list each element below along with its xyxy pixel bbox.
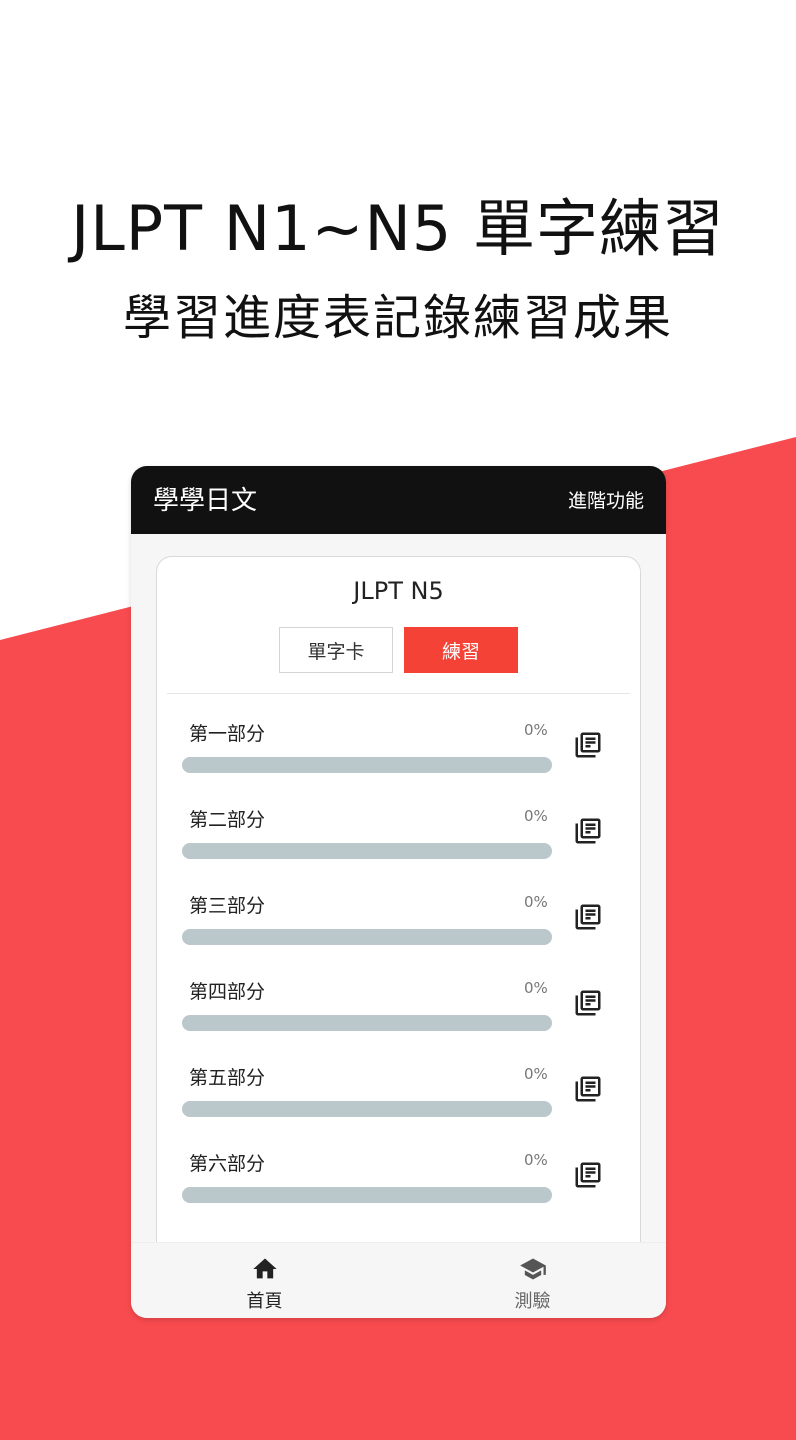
progress-bar xyxy=(182,1101,552,1117)
library-books-icon[interactable] xyxy=(573,816,603,846)
part-name: 第六部分 xyxy=(189,1153,266,1175)
part-progress-label: 0% xyxy=(524,721,548,739)
progress-bar xyxy=(182,1015,552,1031)
part-name: 第三部分 xyxy=(189,895,266,917)
nav-home[interactable]: 首頁 xyxy=(131,1243,398,1318)
app-bar: 學學日文 進階功能 xyxy=(131,466,666,534)
level-card: JLPT N5 單字卡 練習 第一部分 0% 第二部分 0% 第三部分 0% 第… xyxy=(156,556,641,1318)
part-item-3[interactable]: 第三部分 0% xyxy=(157,891,640,971)
school-icon xyxy=(520,1258,546,1280)
progress-bar xyxy=(182,757,552,773)
progress-bar xyxy=(182,1187,552,1203)
advanced-features-button[interactable]: 進階功能 xyxy=(568,486,644,513)
nav-home-label: 首頁 xyxy=(246,1291,283,1312)
library-books-icon[interactable] xyxy=(573,1160,603,1190)
tab-practice[interactable]: 練習 xyxy=(404,627,518,673)
app-title: 學學日文 xyxy=(153,486,258,516)
nav-quiz-label: 測驗 xyxy=(514,1291,551,1312)
part-progress-label: 0% xyxy=(524,1151,548,1169)
library-books-icon[interactable] xyxy=(573,988,603,1018)
part-name: 第四部分 xyxy=(189,981,266,1003)
divider xyxy=(167,693,630,694)
library-books-icon[interactable] xyxy=(573,902,603,932)
part-progress-label: 0% xyxy=(524,1065,548,1083)
part-item-2[interactable]: 第二部分 0% xyxy=(157,805,640,885)
part-item-4[interactable]: 第四部分 0% xyxy=(157,977,640,1057)
part-name: 第一部分 xyxy=(189,723,266,745)
part-name: 第二部分 xyxy=(189,809,266,831)
part-name: 第五部分 xyxy=(189,1067,266,1089)
progress-bar xyxy=(182,929,552,945)
library-books-icon[interactable] xyxy=(573,1074,603,1104)
part-item-6[interactable]: 第六部分 0% xyxy=(157,1149,640,1229)
level-title: JLPT N5 xyxy=(353,577,444,605)
part-progress-label: 0% xyxy=(524,979,548,997)
promo-subheadline: 學習進度表記錄練習成果 xyxy=(122,290,673,346)
promo-headline: JLPT N1~N5 單字練習 xyxy=(70,192,726,265)
part-progress-label: 0% xyxy=(524,807,548,825)
home-icon xyxy=(253,1258,277,1279)
part-item-1[interactable]: 第一部分 0% xyxy=(157,719,640,799)
nav-quiz[interactable]: 測驗 xyxy=(399,1243,666,1318)
tab-flashcards[interactable]: 單字卡 xyxy=(279,627,393,673)
part-item-5[interactable]: 第五部分 0% xyxy=(157,1063,640,1143)
bottom-navigation: 首頁 測驗 xyxy=(131,1242,666,1318)
progress-bar xyxy=(182,843,552,859)
part-progress-label: 0% xyxy=(524,893,548,911)
library-books-icon[interactable] xyxy=(573,730,603,760)
app-screen: 學學日文 進階功能 JLPT N5 單字卡 練習 第一部分 0% 第二部分 0%… xyxy=(131,466,666,1318)
